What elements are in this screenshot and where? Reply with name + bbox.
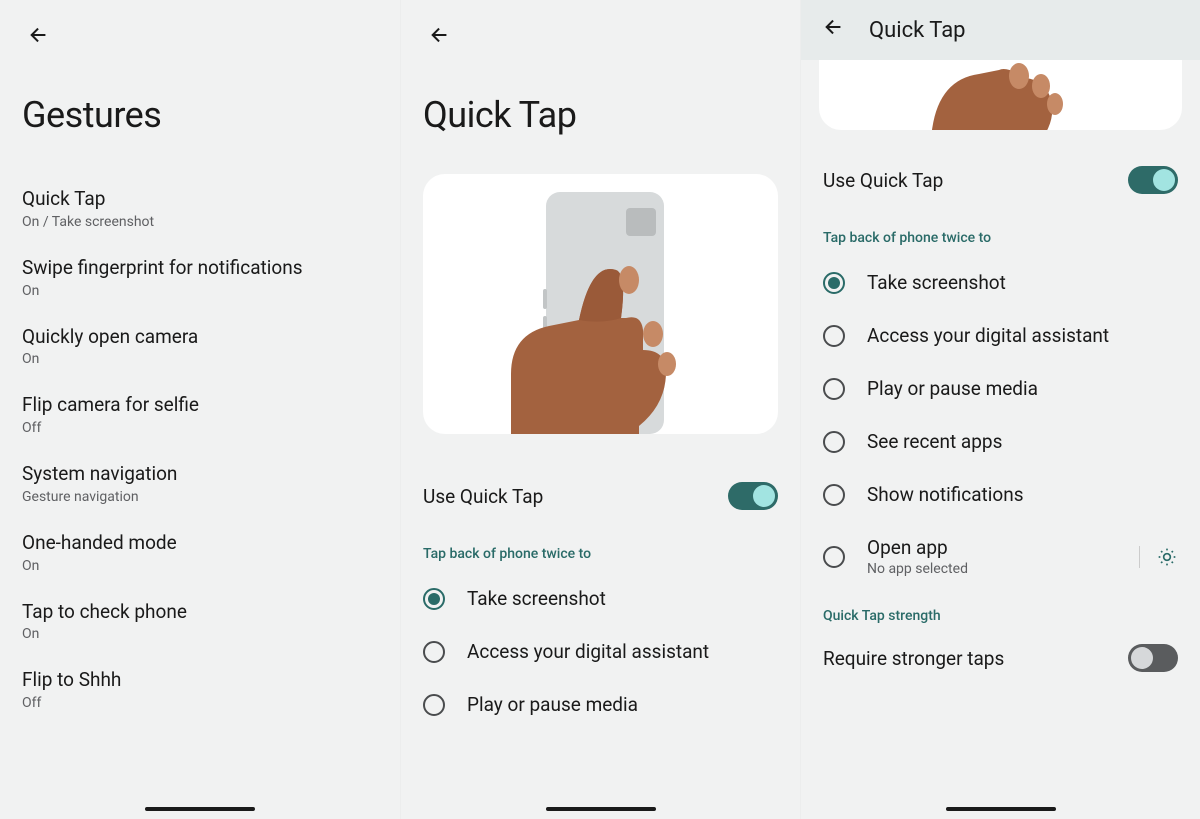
toggle-label: Use Quick Tap (823, 169, 943, 192)
option-sub: No app selected (867, 561, 1117, 577)
phone-hand-illustration-icon (471, 174, 731, 434)
gesture-item-open-camera[interactable]: Quickly open camera On (22, 312, 378, 381)
item-title: One-handed mode (22, 531, 378, 555)
option-play-pause[interactable]: Play or pause media (423, 678, 778, 731)
item-title: Swipe fingerprint for notifications (22, 256, 378, 280)
radio-icon (823, 325, 845, 347)
section-strength: Quick Tap strength (823, 608, 1178, 624)
option-play-pause[interactable]: Play or pause media (823, 362, 1178, 415)
open-app-settings-button[interactable] (1139, 546, 1178, 568)
back-button[interactable] (423, 18, 457, 52)
radio-icon (823, 484, 845, 506)
back-arrow-icon (823, 16, 845, 38)
item-title: Quick Tap (22, 187, 378, 211)
item-title: System navigation (22, 462, 378, 486)
item-sub: On (22, 626, 378, 642)
option-take-screenshot[interactable]: Take screenshot (823, 256, 1178, 309)
use-quick-tap-toggle-row[interactable]: Use Quick Tap (823, 146, 1178, 214)
item-title: Quickly open camera (22, 325, 378, 349)
option-title: See recent apps (867, 430, 1178, 453)
item-title: Flip camera for selfie (22, 393, 378, 417)
option-title: Play or pause media (867, 377, 1178, 400)
radio-icon (423, 641, 445, 663)
option-title: Play or pause media (467, 693, 778, 716)
toggle-label: Require stronger taps (823, 647, 1004, 670)
option-title: Access your digital assistant (867, 324, 1178, 347)
option-digital-assistant[interactable]: Access your digital assistant (823, 309, 1178, 362)
gesture-item-quick-tap[interactable]: Quick Tap On / Take screenshot (22, 174, 378, 243)
gestures-screen: Gestures Quick Tap On / Take screenshot … (0, 0, 400, 819)
illustration-card (423, 174, 778, 434)
radio-icon (423, 694, 445, 716)
toggle-label: Use Quick Tap (423, 485, 543, 508)
use-quick-tap-switch[interactable] (728, 482, 778, 510)
gesture-item-system-nav[interactable]: System navigation Gesture navigation (22, 449, 378, 518)
item-sub: On / Take screenshot (22, 214, 378, 230)
item-sub: Gesture navigation (22, 489, 378, 505)
radio-icon (823, 272, 845, 294)
option-title: Take screenshot (467, 587, 778, 610)
option-title: Open app (867, 536, 1117, 559)
gesture-item-swipe-fingerprint[interactable]: Swipe fingerprint for notifications On (22, 243, 378, 312)
use-quick-tap-switch[interactable] (1128, 166, 1178, 194)
option-title: Show notifications (867, 483, 1178, 506)
item-sub: On (22, 283, 378, 299)
option-title: Take screenshot (867, 271, 1178, 294)
item-title: Tap to check phone (22, 600, 378, 624)
section-tap-back: Tap back of phone twice to (423, 546, 778, 562)
quick-tap-screen: Quick Tap Use Quick Tap Tap back of phon… (400, 0, 800, 819)
item-sub: On (22, 351, 378, 367)
back-arrow-icon (28, 24, 50, 46)
header-title: Quick Tap (869, 18, 966, 43)
option-title: Access your digital assistant (467, 640, 778, 663)
page-title: Gestures (22, 94, 378, 136)
option-recent-apps[interactable]: See recent apps (823, 415, 1178, 468)
nav-indicator (546, 807, 656, 811)
section-tap-back: Tap back of phone twice to (823, 230, 1178, 246)
option-open-app[interactable]: Open app No app selected (823, 521, 1178, 592)
back-arrow-icon (429, 24, 451, 46)
quick-tap-screen-scrolled: Quick Tap Use Quick Tap Tap back of phon… (800, 0, 1200, 819)
stronger-taps-toggle-row[interactable]: Require stronger taps (823, 634, 1178, 682)
nav-indicator (946, 807, 1056, 811)
item-sub: Off (22, 695, 378, 711)
header-bar: Quick Tap (801, 0, 1200, 60)
option-digital-assistant[interactable]: Access your digital assistant (423, 625, 778, 678)
gesture-item-tap-check[interactable]: Tap to check phone On (22, 587, 378, 656)
nav-indicator (145, 807, 255, 811)
radio-icon (823, 546, 845, 568)
radio-icon (423, 588, 445, 610)
illustration-card-cropped (819, 60, 1182, 130)
option-take-screenshot[interactable]: Take screenshot (423, 572, 778, 625)
gesture-item-flip-shhh[interactable]: Flip to Shhh Off (22, 655, 378, 724)
radio-icon (823, 378, 845, 400)
stronger-taps-switch[interactable] (1128, 644, 1178, 672)
use-quick-tap-toggle-row[interactable]: Use Quick Tap (423, 462, 778, 530)
gear-icon (1157, 547, 1177, 567)
item-title: Flip to Shhh (22, 668, 378, 692)
radio-icon (823, 431, 845, 453)
phone-hand-illustration-icon (891, 60, 1111, 130)
gesture-item-one-handed[interactable]: One-handed mode On (22, 518, 378, 587)
option-show-notifications[interactable]: Show notifications (823, 468, 1178, 521)
item-sub: Off (22, 420, 378, 436)
item-sub: On (22, 558, 378, 574)
back-button[interactable] (22, 18, 56, 52)
back-button[interactable] (823, 16, 845, 44)
page-title: Quick Tap (423, 94, 778, 136)
gesture-item-flip-selfie[interactable]: Flip camera for selfie Off (22, 380, 378, 449)
